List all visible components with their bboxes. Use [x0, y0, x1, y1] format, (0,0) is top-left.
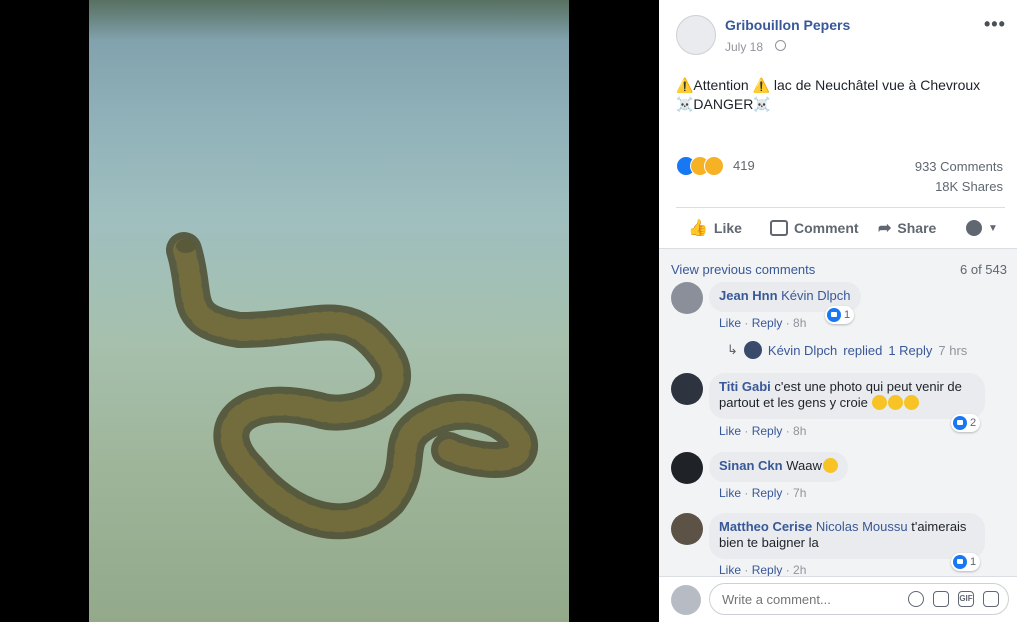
comment-like-link[interactable]: Like — [719, 563, 741, 577]
share-label: Share — [897, 220, 937, 236]
thumbs-up-icon: 👍 — [688, 220, 708, 237]
comment-text-line2: partout et les gens y croie — [719, 395, 868, 410]
more-options-icon[interactable]: ••• — [984, 14, 1006, 35]
comment-button[interactable]: Comment — [770, 214, 859, 242]
sticker-icon[interactable] — [983, 591, 999, 607]
commenter-name[interactable]: Mattheo Cerise — [719, 519, 812, 534]
commenter-avatar[interactable] — [671, 373, 703, 405]
write-comment-bar: GIF — [659, 576, 1017, 622]
comment-bubble-icon — [770, 220, 788, 236]
comment-reaction-badge[interactable]: 1 — [951, 553, 981, 571]
gif-icon[interactable]: GIF — [958, 591, 974, 607]
grimace-emoji-icon — [822, 458, 838, 473]
commenter-avatar[interactable] — [671, 452, 703, 484]
comment-reply-link[interactable]: Reply — [752, 486, 783, 500]
comment-like-link[interactable]: Like — [719, 316, 741, 330]
action-bar: 👍 Like Comment ➦ Share ▼ — [676, 214, 1005, 242]
reply-arrow-icon: ↳ — [727, 342, 738, 357]
comment-page-count: 6 of 543 — [960, 262, 1007, 277]
replier-name: Kévin Dlpch — [767, 342, 838, 358]
wow-reaction-icon — [704, 156, 724, 176]
reaction-count[interactable]: 419 — [733, 158, 755, 173]
like-label: Like — [713, 220, 742, 236]
comment-actions: Like · Reply · 8h — [719, 424, 807, 438]
comment-actions: Like · Reply · 7h — [719, 486, 807, 500]
commenter-name[interactable]: Sinan Ckn — [719, 458, 783, 473]
comment-bubble: Sinan Ckn Waaw — [709, 452, 848, 482]
reply-count: 1 Reply — [888, 342, 933, 358]
shares-count[interactable]: 18K Shares — [935, 179, 1003, 194]
viewer-selector[interactable]: ▼ — [966, 214, 998, 242]
reply-summary[interactable]: ↳ Kévin Dlpch replied 1 Reply 7 hrs — [727, 341, 967, 359]
share-arrow-icon: ➦ — [878, 220, 892, 237]
comment-like-link[interactable]: Like — [719, 424, 741, 438]
post-text-line2: ☠️DANGER☠️ — [676, 96, 771, 112]
current-user-avatar — [671, 585, 701, 615]
commenter-name[interactable]: Titi Gabi — [719, 379, 771, 394]
comment-input-icons: GIF — [908, 591, 999, 607]
author-avatar[interactable] — [676, 15, 716, 55]
author-name[interactable]: Gribouillon Pepers — [725, 17, 850, 33]
commenter-avatar[interactable] — [671, 282, 703, 314]
comment-time: 8h — [793, 316, 807, 330]
post-photo[interactable] — [89, 0, 569, 622]
photo-pane — [0, 0, 659, 622]
comment-actions: Like · Reply · 8h — [719, 316, 807, 330]
comment-label: Comment — [794, 220, 859, 236]
divider — [676, 207, 1005, 208]
laughing-emoji-icon — [904, 395, 920, 410]
comments-count[interactable]: 933 Comments — [915, 159, 1003, 174]
comments-area: View previous comments 6 of 543 Jean Hnn… — [659, 249, 1017, 622]
comment-time: 2h — [793, 563, 807, 577]
reply-time: 7 hrs — [938, 342, 968, 358]
view-previous-comments-link[interactable]: View previous comments — [671, 262, 815, 277]
post-text-line1: ⚠️Attention ⚠️ lac de Neuchâtel vue à Ch… — [676, 77, 981, 93]
snake-illustration — [166, 232, 538, 540]
chevron-down-icon: ▼ — [988, 222, 998, 234]
laughing-emoji-icon — [888, 395, 904, 410]
laughing-emoji-icon — [872, 395, 888, 410]
share-button[interactable]: ➦ Share — [878, 214, 936, 242]
comment-text-line1: c'est une photo qui peut venir de — [774, 379, 962, 394]
post-sidebar: Gribouillon Pepers July 18 ••• ⚠️Attenti… — [659, 0, 1017, 622]
comment-reaction-count: 2 — [970, 417, 977, 429]
globe-icon — [775, 40, 786, 51]
comment-time: 7h — [793, 486, 807, 500]
comment-reply-link[interactable]: Reply — [752, 316, 783, 330]
comment-text-line2: bien te baigner la — [719, 535, 819, 550]
comment-text-line1: t'aimerais — [911, 519, 967, 534]
comment-bubble: Titi Gabi c'est une photo qui peut venir… — [709, 373, 985, 419]
camera-icon[interactable] — [933, 591, 949, 607]
comment-reply-link[interactable]: Reply — [752, 424, 783, 438]
comment-time: 8h — [793, 424, 807, 438]
comment-reply-link[interactable]: Reply — [752, 563, 783, 577]
like-reaction-icon — [827, 308, 841, 322]
comment-mention[interactable]: Nicolas Moussu — [816, 519, 908, 534]
post-date[interactable]: July 18 — [725, 40, 763, 54]
reply-verb: replied — [843, 342, 883, 358]
comment-reaction-count: 1 — [844, 309, 851, 321]
commenter-name[interactable]: Jean Hnn — [719, 288, 778, 303]
emoji-icon[interactable] — [908, 591, 924, 607]
comment-text: Waaw — [786, 458, 822, 473]
comment-like-link[interactable]: Like — [719, 486, 741, 500]
replier-avatar — [743, 341, 762, 359]
like-button[interactable]: 👍 Like — [688, 214, 742, 242]
like-reaction-icon — [953, 416, 967, 430]
comment-actions: Like · Reply · 2h — [719, 563, 807, 577]
comment-reaction-badge[interactable]: 1 — [825, 306, 855, 324]
like-reaction-icon — [953, 555, 967, 569]
comment-bubble: Mattheo Cerise Nicolas Moussu t'aimerais… — [709, 513, 985, 559]
viewer-avatar — [966, 220, 982, 236]
comment-mention[interactable]: Kévin Dlpch — [781, 288, 850, 303]
comment-reaction-count: 1 — [970, 556, 977, 568]
commenter-avatar[interactable] — [671, 513, 703, 545]
comment-reaction-badge[interactable]: 2 — [951, 414, 981, 432]
post-text: ⚠️Attention ⚠️ lac de Neuchâtel vue à Ch… — [676, 76, 996, 114]
